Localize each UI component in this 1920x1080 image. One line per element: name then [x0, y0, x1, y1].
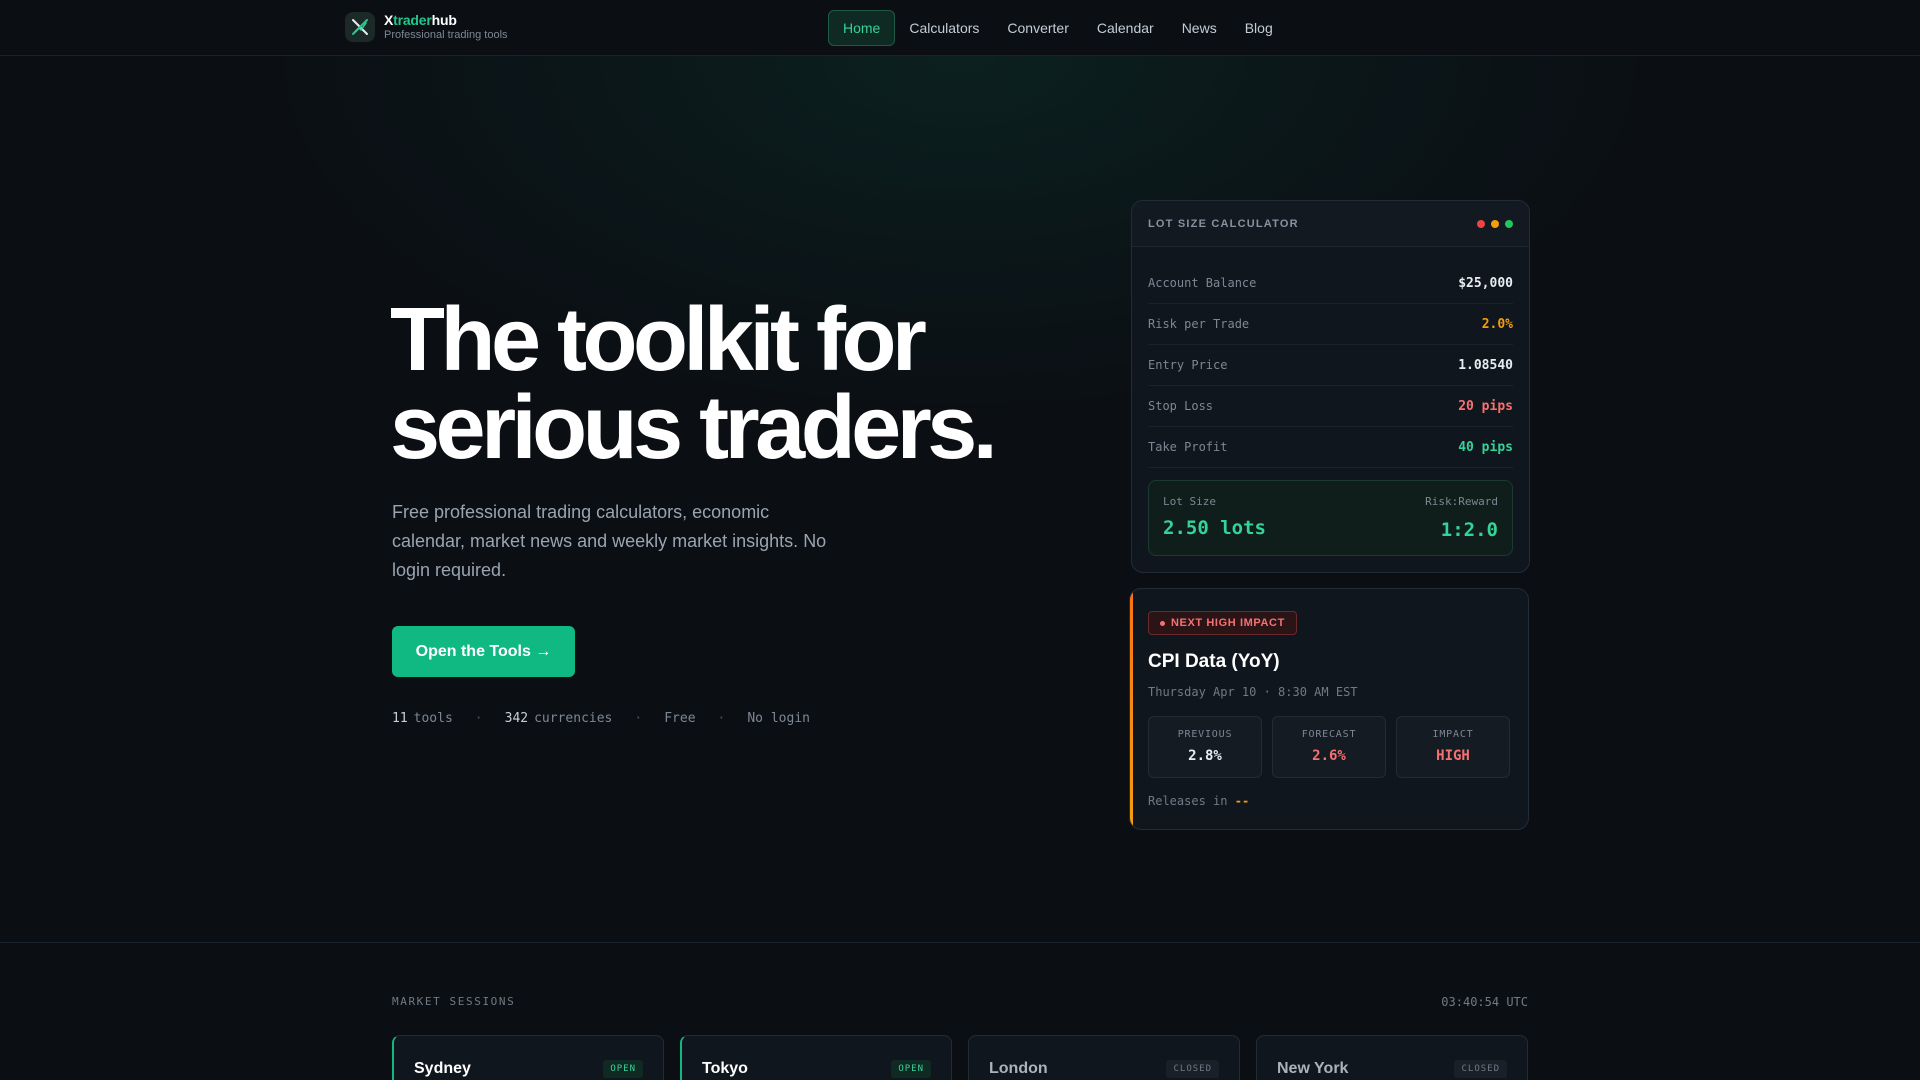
alert-dot-icon [1160, 620, 1165, 626]
session-status-badge: OPEN [891, 1060, 931, 1078]
calc-row: Stop Loss 20 pips [1148, 386, 1513, 427]
high-impact-badge: NEXT HIGH IMPACT [1148, 611, 1297, 635]
hero-stats: 11 tools · 342 currencies · Free · No lo… [392, 711, 810, 726]
event-date: Thursday Apr 10 · 8:30 AM EST [1148, 685, 1358, 699]
calc-row: Account Balance $25,000 [1148, 263, 1513, 304]
session-name: Sydney [414, 1060, 471, 1077]
hero-title-line-2: serious traders. [390, 378, 998, 478]
currencies-label: currencies [534, 711, 613, 726]
event-stat-forecast: FORECAST 2.6% [1272, 716, 1386, 778]
stat-separator: · [634, 711, 643, 726]
session-status-badge: CLOSED [1166, 1060, 1219, 1078]
brand-name: Xtraderhub [384, 12, 457, 28]
logo-icon [345, 12, 375, 42]
tools-label: tools [413, 711, 453, 726]
no-login-label: No login [747, 711, 810, 726]
nav-home[interactable]: Home [828, 10, 896, 46]
calc-row: Take Profit 40 pips [1148, 427, 1513, 468]
event-stat-value: HIGH [1436, 748, 1470, 764]
event-stat-impact: IMPACT HIGH [1396, 716, 1510, 778]
open-tools-button[interactable]: Open the Tools → [392, 626, 575, 677]
risk-reward-label: Risk:Reward [1425, 495, 1498, 508]
yellow-dot-icon [1491, 219, 1499, 228]
utc-clock: 03:40:54 UTC [1441, 995, 1528, 1009]
event-stat-previous: PREVIOUS 2.8% [1148, 716, 1262, 778]
lot-size-result: Lot Size 2.50 lots Risk:Reward 1:2.0 [1148, 480, 1513, 556]
main-nav: Home Calculators Converter Calendar News… [828, 10, 1287, 46]
section-divider [0, 942, 1920, 943]
event-values: PREVIOUS 2.8% FORECAST 2.6% IMPACT HIGH [1148, 716, 1520, 778]
event-stat-value: 2.6% [1312, 748, 1346, 764]
calc-row-value[interactable]: 2.0% [1482, 317, 1513, 332]
countdown-value: -- [1234, 794, 1250, 808]
calc-row-label: Account Balance [1148, 276, 1257, 290]
session-name: Tokyo [702, 1060, 748, 1077]
event-title: CPI Data (YoY) [1148, 651, 1280, 672]
calc-row: Entry Price 1.08540 [1148, 345, 1513, 386]
lot-size-value: 2.50 lots [1163, 517, 1266, 539]
stat-separator: · [474, 711, 483, 726]
calc-row-value[interactable]: 40 pips [1458, 440, 1513, 455]
hero-title: The toolkit for serious traders. [390, 290, 998, 478]
calc-row: Risk per Trade 2.0% [1148, 304, 1513, 345]
next-event-card: NEXT HIGH IMPACT CPI Data (YoY) Thursday… [1129, 588, 1529, 830]
market-sessions-label: MARKET SESSIONS [392, 995, 516, 1008]
nav-calendar[interactable]: Calendar [1083, 10, 1168, 46]
session-card-tokyo[interactable]: Tokyo OPEN [680, 1035, 952, 1080]
session-status-badge: CLOSED [1454, 1060, 1507, 1078]
calc-row-label: Take Profit [1148, 440, 1228, 454]
calc-row-label: Risk per Trade [1148, 317, 1250, 331]
nav-calculators[interactable]: Calculators [895, 10, 993, 46]
hero-subtitle: Free professional trading calculators, e… [392, 502, 827, 580]
nav-converter[interactable]: Converter [993, 10, 1082, 46]
risk-reward-value: 1:2.0 [1440, 519, 1498, 541]
event-stat-label: IMPACT [1432, 729, 1474, 740]
tools-count: 11 [392, 711, 408, 726]
event-stat-value: 2.8% [1188, 748, 1222, 764]
calc-row-value[interactable]: 20 pips [1458, 399, 1513, 414]
session-card-sydney[interactable]: Sydney OPEN [392, 1035, 664, 1080]
lot-size-calculator-card: LOT SIZE CALCULATOR Account Balance $25,0… [1131, 200, 1530, 573]
session-status-badge: OPEN [603, 1060, 643, 1078]
event-stat-label: PREVIOUS [1177, 729, 1233, 740]
calc-row-label: Entry Price [1148, 358, 1228, 372]
nav-news[interactable]: News [1168, 10, 1231, 46]
brand[interactable]: Xtraderhub Professional trading tools [345, 12, 508, 42]
calc-row-label: Stop Loss [1148, 399, 1214, 413]
session-name: London [989, 1060, 1048, 1077]
nav-blog[interactable]: Blog [1231, 10, 1287, 46]
calc-row-value[interactable]: 1.08540 [1458, 358, 1513, 373]
brand-tagline: Professional trading tools [384, 29, 508, 41]
release-countdown: Releases in -- [1148, 794, 1250, 808]
free-label: Free [664, 711, 696, 726]
calc-row-value[interactable]: $25,000 [1458, 276, 1513, 291]
window-dots [1471, 219, 1513, 228]
currencies-count: 342 [504, 711, 529, 726]
event-accent-bar [1130, 589, 1133, 829]
session-card-new-york[interactable]: New York CLOSED [1256, 1035, 1528, 1080]
hero-title-line-1: The toolkit for [390, 290, 927, 390]
session-name: New York [1277, 1060, 1349, 1077]
event-stat-label: FORECAST [1301, 729, 1357, 740]
calculator-title: LOT SIZE CALCULATOR [1148, 217, 1299, 230]
green-dot-icon [1505, 219, 1513, 228]
red-dot-icon [1477, 219, 1485, 228]
session-card-london[interactable]: London CLOSED [968, 1035, 1240, 1080]
lot-size-label: Lot Size [1163, 495, 1216, 508]
market-sessions: Sydney OPEN Tokyo OPEN London CLOSED New York C… [392, 1035, 1544, 1080]
site-header: Xtraderhub Professional trading tools Ho… [0, 0, 1920, 56]
stat-separator: · [717, 711, 726, 726]
